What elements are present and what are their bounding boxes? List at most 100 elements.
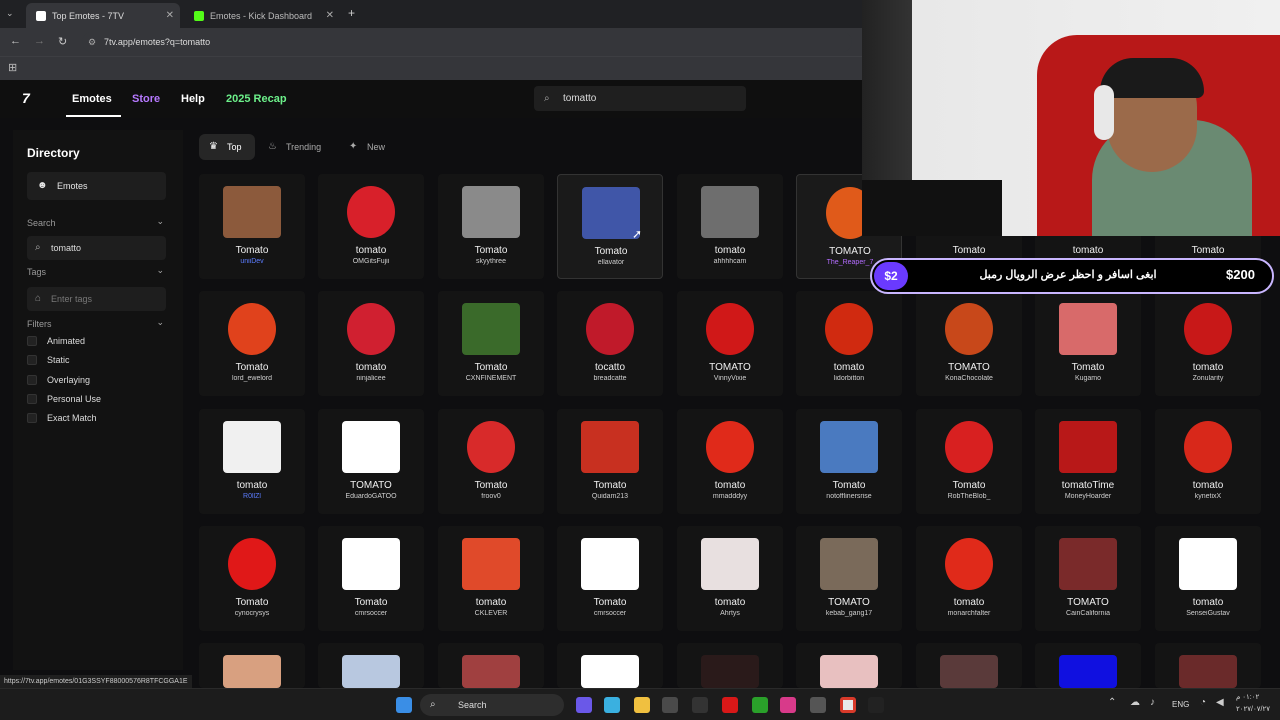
checkbox[interactable]: [27, 394, 37, 404]
taskbar-search[interactable]: ⌕ Search: [420, 694, 564, 716]
emote-name: Tomato: [832, 480, 866, 491]
tab-search-icon[interactable]: ⌄: [6, 8, 14, 19]
filter-personal-use[interactable]: Personal Use: [27, 394, 101, 404]
forward-icon[interactable]: →: [34, 35, 45, 47]
clock-date[interactable]: ٢٠٢٧/٠٧/٢٧: [1236, 705, 1270, 713]
header-search-input[interactable]: ⌕ tomatto: [534, 86, 746, 111]
wifi-icon[interactable]: ◔: [1200, 697, 1206, 708]
sort-tab-trending[interactable]: ♨ Trending: [258, 134, 336, 160]
steam-icon[interactable]: [810, 697, 826, 713]
emote-card[interactable]: tomato kynetixX: [1155, 409, 1261, 514]
emote-card[interactable]: TOMATO KonaChocolate: [916, 291, 1022, 396]
emote-card[interactable]: [677, 643, 783, 688]
microphone-icon[interactable]: ♪: [1150, 697, 1155, 708]
checkbox[interactable]: [27, 355, 37, 365]
emote-card[interactable]: Tomato cmrsoccer: [557, 526, 663, 631]
emote-card[interactable]: Tomato RobTheBlob_: [916, 409, 1022, 514]
emote-card[interactable]: tomato Zonularity: [1155, 291, 1261, 396]
checkbox[interactable]: [27, 413, 37, 423]
emote-card[interactable]: tomato Ahrtys: [677, 526, 783, 631]
chevron-down-icon[interactable]: ⌄: [156, 317, 164, 328]
nav-recap[interactable]: 2025 Recap: [226, 93, 287, 105]
language-indicator[interactable]: ENG: [1172, 700, 1189, 709]
emote-card[interactable]: Tomato Kugamo: [1035, 291, 1141, 396]
back-icon[interactable]: ←: [10, 35, 21, 47]
sidebar-item-emotes[interactable]: ☻ Emotes: [27, 172, 166, 200]
store-icon[interactable]: [662, 697, 678, 713]
tab-kick[interactable]: Emotes - Kick Dashboard ✕: [184, 3, 340, 28]
emote-card[interactable]: Tomato notofflinersrise: [796, 409, 902, 514]
emote-card[interactable]: tomato mmadddyy: [677, 409, 783, 514]
chevron-down-icon[interactable]: ⌄: [156, 265, 164, 276]
emote-card[interactable]: Tomato cynocrysys: [199, 526, 305, 631]
instagram-icon[interactable]: [780, 697, 796, 713]
close-icon[interactable]: ✕: [166, 10, 174, 21]
site-info-icon[interactable]: ⚙: [88, 32, 96, 52]
emote-card[interactable]: Tomato lord_ewelord: [199, 291, 305, 396]
emote-card[interactable]: tomato OMGitsFujii: [318, 174, 424, 279]
emote-card[interactable]: tomato CKLEVER: [438, 526, 544, 631]
network-icon[interactable]: ☁: [1130, 697, 1140, 708]
7tv-logo-icon[interactable]: 7: [22, 90, 30, 106]
obs-icon[interactable]: [692, 697, 708, 713]
reload-icon[interactable]: ↻: [58, 35, 67, 48]
emote-card[interactable]: tomato monarchfalter: [916, 526, 1022, 631]
emote-card[interactable]: [318, 643, 424, 688]
emote-card[interactable]: [438, 643, 544, 688]
emote-card[interactable]: TOMATO CainCalifornia: [1035, 526, 1141, 631]
windows-start-icon[interactable]: [396, 697, 412, 713]
emote-card[interactable]: tomatoTime MoneyHoarder: [1035, 409, 1141, 514]
emote-card[interactable]: [796, 643, 902, 688]
checkbox[interactable]: [27, 375, 37, 385]
nav-emotes[interactable]: Emotes: [72, 93, 112, 105]
chevron-up-icon[interactable]: ⌃: [1108, 697, 1116, 708]
sort-tab-top[interactable]: ♛ Top: [199, 134, 255, 160]
copilot-icon[interactable]: [604, 697, 620, 713]
emote-card[interactable]: Tomato Quidam213: [557, 409, 663, 514]
sort-tab-new[interactable]: ✦ New: [339, 134, 399, 160]
filter-animated[interactable]: Animated: [27, 336, 85, 346]
tags-input[interactable]: ⌂ Enter tags: [27, 287, 166, 311]
emote-card[interactable]: [1155, 643, 1261, 688]
emote-card[interactable]: [1035, 643, 1141, 688]
nav-help[interactable]: Help: [181, 93, 205, 105]
emote-card[interactable]: Tomato skyythree: [438, 174, 544, 279]
emote-card[interactable]: tomato lidorbitton: [796, 291, 902, 396]
volume-icon[interactable]: ◀: [1216, 697, 1224, 708]
file-explorer-icon[interactable]: [634, 697, 650, 713]
checkbox[interactable]: [27, 336, 37, 346]
url-field[interactable]: ⚙ 7tv.app/emotes?q=tomatto: [82, 32, 852, 52]
emote-card[interactable]: Tomato froov0: [438, 409, 544, 514]
emote-card[interactable]: TOMATO EduardoGATOO: [318, 409, 424, 514]
chevron-down-icon[interactable]: ⌄: [156, 216, 164, 227]
nav-store[interactable]: Store: [132, 93, 160, 105]
emote-card[interactable]: [199, 643, 305, 688]
emote-card[interactable]: tomato ninjalicee: [318, 291, 424, 396]
clock-time[interactable]: ٠١:٠٢ م: [1236, 693, 1259, 701]
new-tab-icon[interactable]: +: [348, 6, 355, 20]
chrome-icon[interactable]: [840, 697, 856, 713]
tab-7tv[interactable]: Top Emotes - 7TV ✕: [26, 3, 180, 28]
emote-card[interactable]: Tomato ellavator: [557, 174, 663, 279]
sidebar-search-input[interactable]: ⌕ tomatto: [27, 236, 166, 260]
netflix-icon[interactable]: [722, 697, 738, 713]
emote-card[interactable]: [916, 643, 1022, 688]
apps-grid-icon[interactable]: ⊞: [8, 61, 17, 74]
emote-card[interactable]: Tomato CXNFINEMENT: [438, 291, 544, 396]
discord-icon[interactable]: [576, 697, 592, 713]
emote-card[interactable]: TOMATO kebab_gang17: [796, 526, 902, 631]
filter-overlaying[interactable]: Overlaying: [27, 375, 90, 385]
xbox-icon[interactable]: [752, 697, 768, 713]
emote-card[interactable]: Tomato uniiDev: [199, 174, 305, 279]
emote-card[interactable]: tocatto breadcatte: [557, 291, 663, 396]
emote-card[interactable]: [557, 643, 663, 688]
close-icon[interactable]: ✕: [326, 10, 334, 21]
emote-card[interactable]: TOMATO VinnyVixie: [677, 291, 783, 396]
filter-static[interactable]: Static: [27, 355, 70, 365]
filter-exact-match[interactable]: Exact Match: [27, 413, 97, 423]
emote-card[interactable]: tomato R0llZl: [199, 409, 305, 514]
emote-card[interactable]: Tomato cmrsoccer: [318, 526, 424, 631]
emote-card[interactable]: tomato ahhhhcam: [677, 174, 783, 279]
emote-card[interactable]: tomato SenseiGustav: [1155, 526, 1261, 631]
call-of-duty-icon[interactable]: [868, 697, 884, 713]
